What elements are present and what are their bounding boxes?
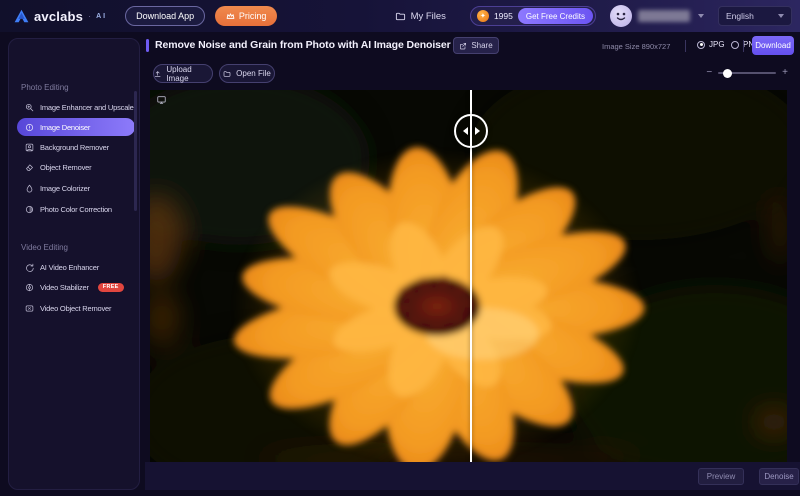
denoise-button[interactable]: Denoise — [759, 468, 799, 485]
open-folder-icon — [223, 70, 231, 78]
brand-name: avclabs — [34, 9, 83, 24]
open-file-button[interactable]: Open File — [219, 64, 275, 83]
sidebar-item-image-enhancer[interactable]: Image Enhancer and Upscaler — [17, 98, 135, 116]
sidebar-item-video-object-remover[interactable]: Video Object Remover — [17, 299, 135, 317]
topbar-right: My Files ✦ 1995 Get Free Credits English — [395, 5, 800, 27]
photo-editing-section-label: Photo Editing — [21, 83, 69, 92]
radio-checked-icon — [697, 41, 705, 49]
compare-slider-handle[interactable] — [454, 114, 488, 148]
brand-separator: · — [88, 11, 91, 21]
sidebar-item-video-stabilizer[interactable]: Video Stabilizer FREE — [17, 278, 135, 296]
brand-logo[interactable]: avclabs · AI — [14, 9, 107, 24]
video-editing-section-label: Video Editing — [21, 243, 68, 252]
pricing-label: Pricing — [239, 11, 267, 21]
fit-screen-icon[interactable] — [156, 95, 167, 105]
stabilizer-icon — [25, 283, 34, 292]
arrow-left-icon — [463, 127, 468, 135]
brand-suffix: AI — [96, 13, 107, 20]
page-title: Remove Noise and Grain from Photo with A… — [155, 39, 451, 51]
credits-count: 1995 — [494, 11, 513, 21]
eraser-icon — [25, 163, 34, 172]
account-chevron-down-icon[interactable] — [698, 14, 704, 18]
sidebar-item-ai-video-enhancer[interactable]: AI Video Enhancer — [17, 258, 135, 276]
username-redacted — [638, 10, 690, 22]
sidebar-item-label: Object Remover — [40, 163, 91, 172]
app-window: avclabs · AI Download App Pricing My Fil… — [0, 0, 800, 496]
header-divider — [685, 40, 686, 52]
denoise-label: Denoise — [764, 472, 793, 481]
upload-image-label: Upload Image — [166, 65, 212, 83]
sidebar-item-image-colorizer[interactable]: Image Colorizer — [17, 179, 135, 197]
sidebar-scrollbar[interactable] — [134, 91, 137, 211]
download-app-button[interactable]: Download App — [125, 6, 205, 26]
share-icon — [459, 42, 467, 50]
denoiser-icon — [25, 123, 34, 132]
toolbar: Upload Image Open File − + — [145, 60, 800, 86]
sidebar-item-label: AI Video Enhancer — [40, 263, 99, 272]
zoom-slider[interactable] — [718, 72, 776, 74]
download-label: Download — [755, 41, 791, 50]
language-dropdown[interactable]: English — [718, 6, 792, 26]
zoom-out-button[interactable]: − — [706, 68, 712, 78]
sidebar-item-label: Image Denoiser — [40, 123, 90, 132]
magnifier-plus-icon — [25, 103, 34, 112]
share-label: Share — [471, 41, 492, 50]
share-button[interactable]: Share — [453, 37, 499, 54]
pricing-button[interactable]: Pricing — [215, 6, 277, 26]
coin-icon: ✦ — [477, 10, 489, 22]
folder-icon — [395, 11, 406, 22]
header-divider — [743, 40, 744, 52]
image-viewer[interactable] — [150, 90, 787, 462]
preview-button[interactable]: Preview — [698, 468, 744, 485]
open-file-label: Open File — [236, 69, 271, 78]
crown-icon — [226, 12, 235, 21]
get-free-credits-button[interactable]: Get Free Credits — [518, 8, 593, 24]
free-badge: FREE — [98, 283, 124, 292]
sidebar-item-label: Video Object Remover — [40, 304, 111, 313]
title-accent-bar — [146, 39, 149, 52]
download-app-label: Download App — [136, 11, 194, 21]
radio-unchecked-icon — [731, 41, 739, 49]
avatar-face-icon — [610, 5, 632, 27]
my-files-button[interactable]: My Files — [395, 11, 446, 22]
sidebar-item-label: Image Enhancer and Upscaler — [40, 103, 136, 112]
sidebar-item-label: Video Stabilizer — [40, 283, 89, 292]
zoom-slider-knob[interactable] — [723, 69, 732, 78]
avclabs-logo-icon — [14, 9, 29, 23]
upload-image-button[interactable]: Upload Image — [153, 64, 213, 83]
format-radio-jpg[interactable]: JPG — [697, 40, 725, 49]
download-button[interactable]: Download — [752, 36, 794, 55]
my-files-label: My Files — [411, 11, 446, 22]
background-remover-icon — [25, 143, 34, 152]
sidebar: Photo Editing Image Enhancer and Upscale… — [8, 38, 140, 490]
image-size-label: Image Size 890x727 — [602, 42, 670, 51]
zoom-control: − + — [706, 68, 788, 78]
colorizer-icon — [25, 184, 34, 193]
arrow-right-icon — [475, 127, 480, 135]
get-free-credits-label: Get Free Credits — [526, 12, 585, 21]
sidebar-item-label: Photo Color Correction — [40, 205, 112, 214]
topbar: avclabs · AI Download App Pricing My Fil… — [0, 0, 800, 32]
footer-bar: Preview Denoise — [145, 462, 800, 490]
color-correction-icon — [25, 205, 34, 214]
zoom-in-button[interactable]: + — [782, 68, 788, 78]
main-header: Remove Noise and Grain from Photo with A… — [145, 32, 800, 60]
video-object-remover-icon — [25, 304, 34, 313]
sidebar-item-image-denoiser[interactable]: Image Denoiser — [17, 118, 135, 136]
sidebar-item-label: Background Remover — [40, 143, 109, 152]
upload-icon — [154, 70, 161, 78]
sidebar-item-background-remover[interactable]: Background Remover — [17, 138, 135, 156]
user-avatar[interactable] — [610, 5, 632, 27]
sidebar-item-label: Image Colorizer — [40, 184, 90, 193]
jpg-label: JPG — [709, 40, 725, 49]
credits-pill: ✦ 1995 Get Free Credits — [470, 6, 596, 26]
language-chevron-down-icon — [778, 14, 784, 18]
video-enhancer-icon — [25, 263, 34, 272]
sidebar-item-object-remover[interactable]: Object Remover — [17, 158, 135, 176]
language-value: English — [726, 11, 754, 21]
sidebar-item-photo-color-correction[interactable]: Photo Color Correction — [17, 200, 135, 218]
preview-label: Preview — [707, 472, 735, 481]
